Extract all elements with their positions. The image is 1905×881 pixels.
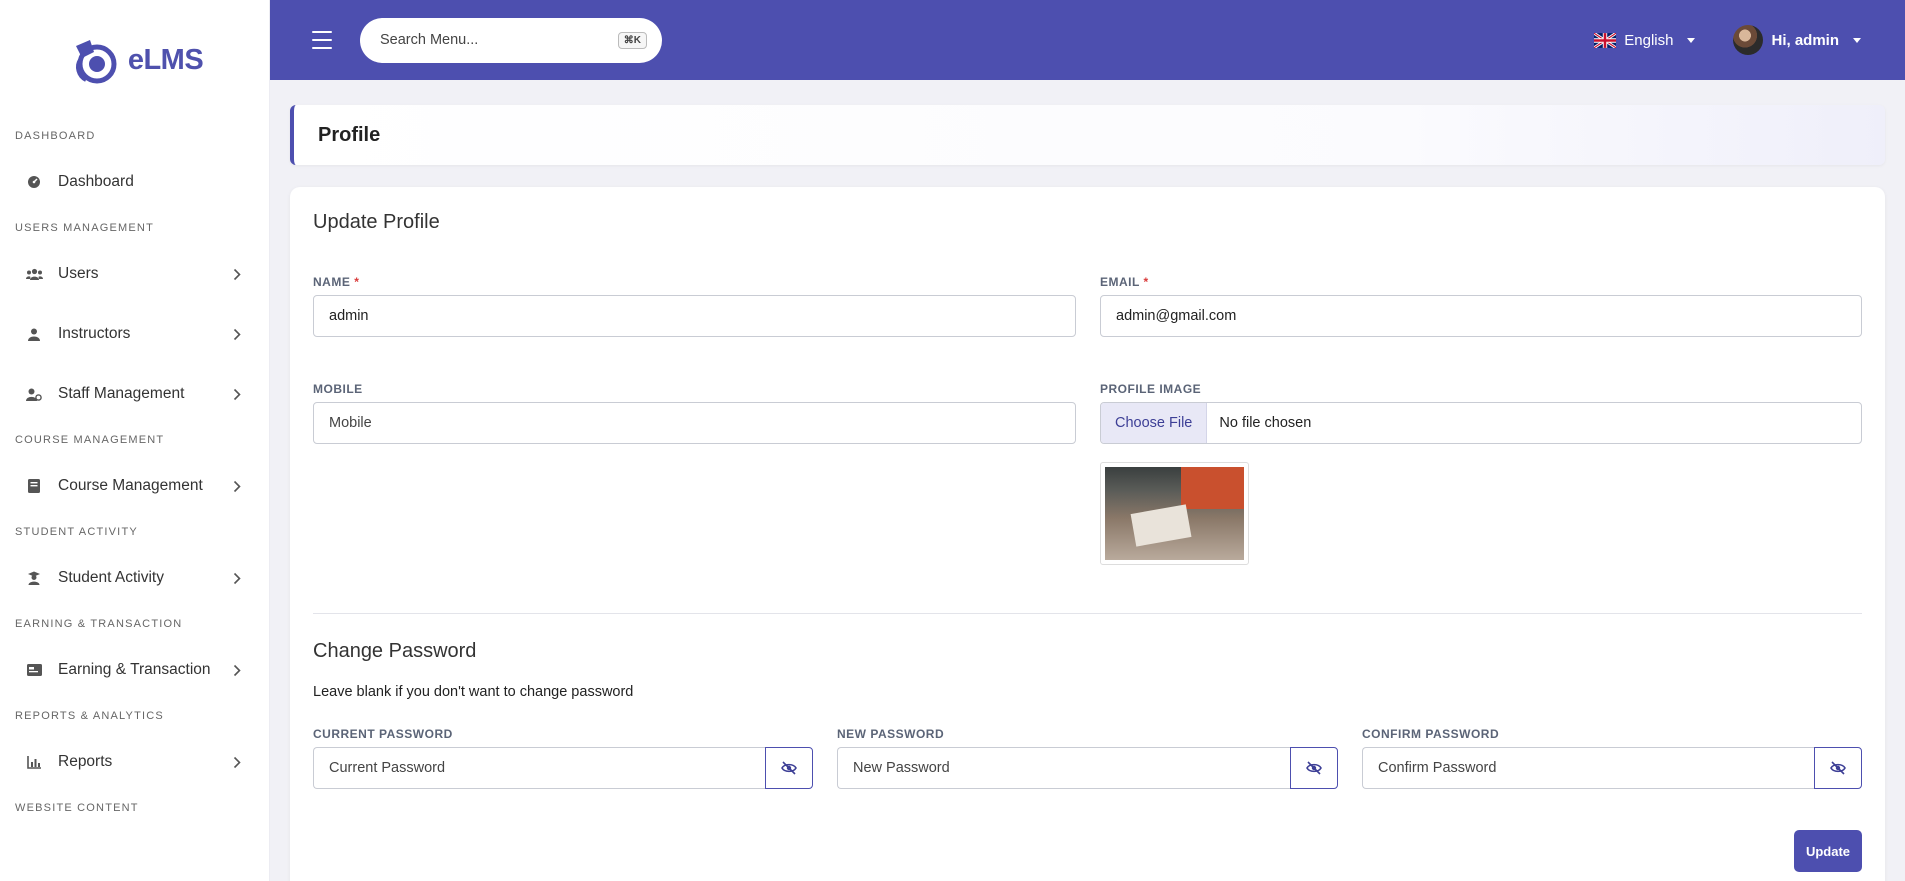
file-status-text: No file chosen bbox=[1219, 415, 1312, 431]
mobile-field-group: MOBILE bbox=[313, 382, 1076, 444]
staff-icon bbox=[25, 385, 43, 403]
sidebar-item-staff-management[interactable]: Staff Management bbox=[0, 364, 269, 424]
main-content: Profile Update Profile NAME * EMAIL * MO… bbox=[270, 80, 1905, 881]
profile-image-preview bbox=[1100, 462, 1249, 565]
sidebar-item-label: Student Activity bbox=[58, 569, 164, 586]
sidebar-item-label: Staff Management bbox=[58, 385, 185, 402]
sidebar-section-label: COURSE MANAGEMENT bbox=[15, 434, 165, 446]
sidebar-item-earning-transaction[interactable]: Earning & Transaction bbox=[0, 640, 269, 700]
toggle-visibility-button[interactable] bbox=[1814, 747, 1862, 789]
confirm-password-group: CONFIRM PASSWORD bbox=[1362, 727, 1862, 789]
sidebar-item-dashboard[interactable]: Dashboard bbox=[0, 152, 269, 212]
mobile-input[interactable] bbox=[313, 402, 1076, 444]
sidebar-section-label: EARNING & TRANSACTION bbox=[15, 618, 183, 630]
eye-slash-icon bbox=[781, 761, 797, 775]
current-password-group: CURRENT PASSWORD bbox=[313, 727, 813, 789]
profile-image-label: PROFILE IMAGE bbox=[1100, 382, 1202, 396]
mobile-label: MOBILE bbox=[313, 382, 363, 396]
sidebar-item-reports[interactable]: Reports bbox=[0, 732, 269, 792]
sidebar-section-label: REPORTS & ANALYTICS bbox=[15, 710, 164, 722]
sidebar-item-label: Earning & Transaction bbox=[58, 661, 211, 678]
profile-image-field-group: PROFILE IMAGE Choose File No file chosen bbox=[1100, 382, 1862, 444]
chart-icon bbox=[25, 753, 43, 771]
sidebar-section-label: USERS MANAGEMENT bbox=[15, 222, 154, 234]
chevron-right-icon bbox=[233, 755, 247, 769]
chevron-down-icon bbox=[1687, 37, 1696, 43]
toggle-visibility-button[interactable] bbox=[1290, 747, 1338, 789]
update-profile-title: Update Profile bbox=[313, 211, 440, 233]
choose-file-button[interactable]: Choose File bbox=[1101, 403, 1208, 443]
wallet-icon bbox=[25, 661, 43, 679]
page-title: Profile bbox=[318, 123, 381, 146]
sidebar-item-label: Users bbox=[58, 265, 99, 282]
change-password-title: Change Password bbox=[313, 640, 477, 662]
top-header: ⌘K English Hi, admin bbox=[270, 0, 1905, 80]
book-icon bbox=[25, 477, 43, 495]
profile-image-input[interactable]: Choose File No file chosen bbox=[1100, 402, 1862, 444]
name-label: NAME * bbox=[313, 275, 360, 289]
toggle-visibility-button[interactable] bbox=[765, 747, 813, 789]
new-password-label: NEW PASSWORD bbox=[837, 727, 945, 741]
new-password-group: NEW PASSWORD bbox=[837, 727, 1338, 789]
sidebar-nav: DASHBOARD Dashboard USERS MANAGEMENT Users I… bbox=[0, 120, 269, 824]
language-label: English bbox=[1624, 31, 1674, 49]
name-field-group: NAME * bbox=[313, 275, 1076, 337]
change-password-note: Leave blank if you don't want to change … bbox=[313, 684, 634, 700]
search-shortcut-badge: ⌘K bbox=[617, 31, 647, 49]
page-title-bar: Profile bbox=[290, 105, 1885, 165]
user-greeting: Hi, admin bbox=[1771, 31, 1839, 49]
user-menu[interactable]: Hi, admin bbox=[1733, 25, 1861, 55]
email-label: EMAIL * bbox=[1100, 275, 1149, 289]
chevron-right-icon bbox=[233, 267, 247, 281]
users-icon bbox=[25, 265, 43, 283]
student-icon bbox=[25, 569, 43, 587]
instructor-icon bbox=[25, 325, 43, 343]
logo-icon bbox=[75, 40, 117, 84]
sidebar-item-student-activity[interactable]: Student Activity bbox=[0, 548, 269, 608]
logo[interactable]: eLMS bbox=[0, 0, 269, 120]
chevron-right-icon bbox=[233, 571, 247, 585]
sidebar-section-label: DASHBOARD bbox=[15, 130, 96, 142]
sidebar-item-course-management[interactable]: Course Management bbox=[0, 456, 269, 516]
confirm-password-input[interactable] bbox=[1362, 747, 1814, 789]
new-password-input[interactable] bbox=[837, 747, 1290, 789]
chevron-right-icon bbox=[233, 479, 247, 493]
chevron-right-icon bbox=[233, 327, 247, 341]
sidebar-section-label: WEBSITE CONTENT bbox=[15, 802, 139, 814]
chevron-right-icon bbox=[233, 663, 247, 677]
logo-text: eLMS bbox=[127, 43, 204, 76]
eye-slash-icon bbox=[1830, 761, 1846, 775]
name-input[interactable] bbox=[313, 295, 1076, 337]
current-password-label: CURRENT PASSWORD bbox=[313, 727, 453, 741]
sidebar: eLMS DASHBOARD Dashboard USERS MANAGEMENT U… bbox=[0, 0, 270, 881]
chevron-down-icon bbox=[1853, 37, 1861, 43]
sidebar-item-users[interactable]: Users bbox=[0, 244, 269, 304]
profile-card: Update Profile NAME * EMAIL * MOBILE PRO… bbox=[290, 187, 1885, 881]
chevron-right-icon bbox=[233, 387, 247, 401]
language-dropdown[interactable]: English bbox=[1594, 31, 1696, 49]
email-field-group: EMAIL * bbox=[1100, 275, 1862, 337]
eye-slash-icon bbox=[1306, 761, 1322, 775]
current-password-input[interactable] bbox=[313, 747, 765, 789]
profile-image-thumbnail bbox=[1105, 467, 1244, 560]
sidebar-section-label: STUDENT ACTIVITY bbox=[15, 526, 138, 538]
sidebar-item-label: Dashboard bbox=[58, 173, 134, 190]
avatar bbox=[1733, 25, 1764, 55]
dashboard-icon bbox=[25, 173, 43, 191]
sidebar-item-label: Reports bbox=[58, 753, 113, 770]
email-input[interactable] bbox=[1100, 295, 1862, 337]
search-input[interactable] bbox=[380, 32, 618, 48]
uk-flag-icon bbox=[1594, 32, 1617, 48]
section-divider bbox=[313, 613, 1862, 614]
menu-toggle-icon[interactable] bbox=[312, 31, 332, 49]
sidebar-item-instructors[interactable]: Instructors bbox=[0, 304, 269, 364]
sidebar-item-label: Instructors bbox=[58, 325, 131, 342]
sidebar-item-label: Course Management bbox=[58, 477, 203, 494]
search-box[interactable]: ⌘K bbox=[360, 17, 662, 63]
update-button[interactable]: Update bbox=[1794, 830, 1862, 872]
confirm-password-label: CONFIRM PASSWORD bbox=[1362, 727, 1500, 741]
